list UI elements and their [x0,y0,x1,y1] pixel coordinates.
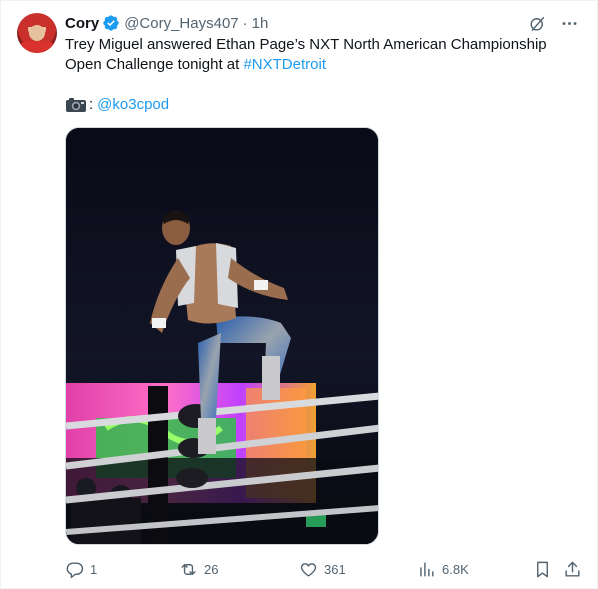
hashtag-link[interactable]: #NXTDetroit [243,56,326,73]
tweet-text: Trey Miguel answered Ethan Page’s NXT No… [65,35,575,75]
like-button[interactable]: 361 [299,557,346,581]
like-icon [300,562,317,577]
author-handle[interactable]: @Cory_Hays407 [124,15,238,32]
retweet-count: 26 [204,561,219,577]
reply-icon [66,561,84,578]
verified-badge-icon [102,14,120,32]
photo-credit: : @ko3cpod [65,95,169,115]
separator: · [242,14,248,32]
grok-icon[interactable] [527,13,547,33]
like-count: 361 [324,561,346,577]
bookmark-button[interactable] [533,557,558,581]
views-button[interactable]: 6.8K [417,557,469,581]
tweet-text-fragment: Open Challenge tonight at [65,56,244,73]
author-name[interactable]: Cory [65,15,99,32]
tweet-text-line: Open Challenge tonight at #NXTDetroit [65,55,575,75]
credit-mention-link[interactable]: @ko3cpod [97,95,169,115]
tweet-text-line: Trey Miguel answered Ethan Page’s NXT No… [65,36,547,53]
share-button[interactable] [563,557,588,581]
credit-colon: : [89,96,94,113]
timestamp[interactable]: 1h [252,15,269,32]
reply-button[interactable]: 1 [65,557,97,581]
tweet-actions: 1 26 361 6.8K [65,557,585,581]
share-icon [565,561,580,577]
top-actions [527,13,579,33]
bookmark-icon [537,561,548,577]
tweet-photo[interactable] [65,127,379,545]
views-icon [420,561,434,577]
avatar[interactable] [17,13,57,53]
more-icon[interactable] [559,13,579,33]
reply-count: 1 [90,561,98,577]
view-count: 6.8K [442,561,469,577]
tweet-card[interactable]: Cory @Cory_Hays407 · 1h Trey Miguel answ… [0,0,598,589]
retweet-button[interactable]: 26 [179,557,218,581]
tweet-header: Cory @Cory_Hays407 · 1h [65,13,268,33]
camera-icon [65,97,87,113]
retweet-icon [181,563,196,575]
